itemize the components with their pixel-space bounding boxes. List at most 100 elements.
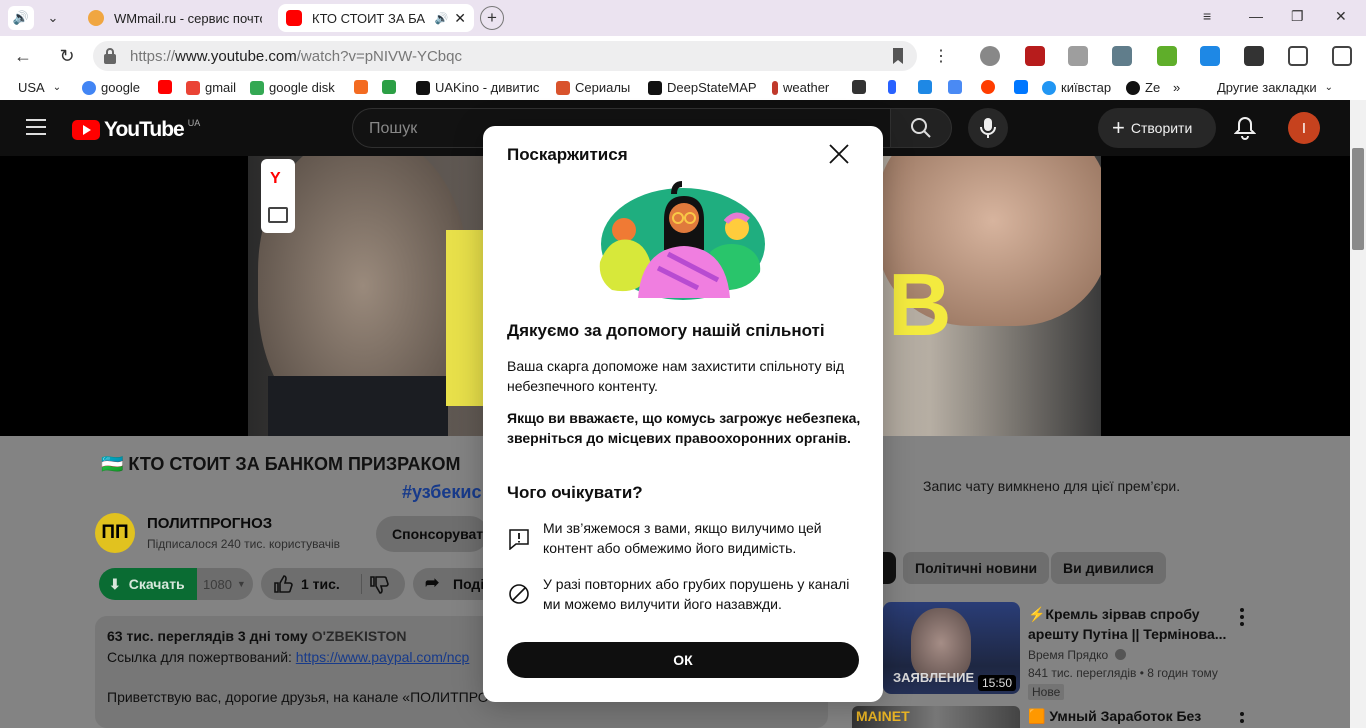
- ban-icon: [509, 584, 529, 604]
- bookmark-usa[interactable]: USA ⌄: [18, 80, 61, 95]
- bookmark-colorful[interactable]: [382, 80, 401, 94]
- tab-wmmail[interactable]: WMmail.ru - сервис почто: [80, 4, 270, 32]
- restore-icon[interactable]: ❐: [1291, 8, 1304, 25]
- thumbs-up-icon[interactable]: [273, 574, 293, 594]
- scrollbar-thumb[interactable]: [1352, 148, 1364, 250]
- fox-icon: [556, 80, 570, 95]
- bookmark-f[interactable]: [354, 80, 373, 94]
- notifications-bell-icon[interactable]: [1234, 116, 1256, 140]
- like-count[interactable]: 1 тис.: [301, 576, 340, 592]
- bookmark-bc[interactable]: [852, 80, 871, 94]
- channel-name[interactable]: ПОЛИТПРОГНОЗ: [147, 515, 272, 532]
- url-text[interactable]: https://www.youtube.com/watch?v=pNIVW-YC…: [130, 48, 462, 65]
- back-arrow-icon[interactable]: ←: [10, 44, 36, 68]
- recommended-meta: 841 тис. переглядів • 8 годин тому: [1028, 666, 1218, 680]
- bookmark-vk[interactable]: [1014, 80, 1033, 94]
- download-arrow-icon[interactable]: [1157, 46, 1177, 66]
- more-vert-icon[interactable]: ⋮: [928, 44, 954, 68]
- youtube-icon: [158, 80, 172, 94]
- close-icon[interactable]: [827, 142, 851, 166]
- yellow-letter-shape: [446, 230, 486, 406]
- share-button[interactable]: ➦ Поді: [413, 568, 487, 600]
- bookmark-youtube[interactable]: [158, 80, 177, 94]
- yandex-y-icon[interactable]: Y: [270, 170, 281, 188]
- community-illustration: [599, 181, 765, 300]
- close-window-icon[interactable]: ✕: [1335, 8, 1347, 25]
- bookmark-translate[interactable]: [948, 80, 967, 94]
- chip-political-news[interactable]: Політичні новини: [903, 552, 1050, 584]
- youtube-logo[interactable]: YouTube UA: [72, 118, 200, 142]
- tab-close-icon[interactable]: ✕: [454, 10, 466, 27]
- bookmark-arrow[interactable]: [888, 80, 901, 94]
- kyivstar-icon: [1042, 80, 1056, 95]
- extension-shield-icon[interactable]: [1025, 46, 1045, 66]
- blue-chevron-icon: [888, 80, 896, 94]
- extension-music-icon[interactable]: [1112, 46, 1132, 66]
- bookmark-yandex[interactable]: [981, 80, 1000, 94]
- deepstate-icon: [648, 80, 662, 95]
- bookmarks-bar: USA ⌄ google gmail google disk UAKino - д…: [0, 76, 1366, 100]
- report-flag-icon: [509, 529, 529, 550]
- channel-avatar[interactable]: ПП: [95, 513, 135, 553]
- tab-audio-playing-icon[interactable]: 🔊: [435, 12, 449, 25]
- paypal-link[interactable]: https://www.paypal.com/ncp: [296, 649, 470, 665]
- bookmark-google[interactable]: google: [82, 80, 140, 95]
- video-hashtag[interactable]: #узбекис: [402, 482, 482, 503]
- bookmark-deepstatemap[interactable]: DeepStateMAP: [648, 80, 757, 95]
- account-avatar[interactable]: I: [1288, 112, 1320, 144]
- recommended-channel[interactable]: Время Прядко: [1028, 648, 1126, 662]
- thumbs-down-icon[interactable]: [369, 575, 389, 595]
- recommended-title-2[interactable]: 🟧 Умный Заработок Без: [1028, 708, 1201, 725]
- download-button[interactable]: ⬇ Скачать: [99, 568, 197, 600]
- bookmarks-overflow-chevron[interactable]: »: [1173, 80, 1180, 95]
- chip-watched[interactable]: Ви дивилися: [1051, 552, 1166, 584]
- address-bar[interactable]: https://www.youtube.com/watch?v=pNIVW-YC…: [93, 41, 917, 71]
- quality-select[interactable]: 1080 ▼: [197, 568, 253, 600]
- bookmark-serials[interactable]: Сериалы: [556, 80, 630, 95]
- yandex-icon: [981, 80, 995, 94]
- youtube-play-icon: [72, 120, 100, 140]
- extension-diamond-icon[interactable]: [1200, 46, 1220, 66]
- google-drive-icon: [250, 80, 264, 95]
- bookmark-ze[interactable]: Ze: [1126, 80, 1160, 95]
- tab-list-chevron-icon[interactable]: ⌄: [40, 6, 66, 30]
- bookmark-kyivstar[interactable]: київстар: [1042, 80, 1111, 95]
- hamburger-menu-icon[interactable]: [26, 119, 46, 135]
- more-actions-icon-2[interactable]: [1240, 712, 1244, 726]
- extension-arrow-icon[interactable]: [1244, 46, 1264, 66]
- search-icon: [911, 118, 931, 138]
- extensions-puzzle-icon[interactable]: [1332, 46, 1352, 66]
- extension-box-icon[interactable]: [1068, 46, 1088, 66]
- uakino-icon: [416, 80, 430, 95]
- bookmark-weather[interactable]: weather: [772, 80, 829, 95]
- bookmark-uakino[interactable]: UAKino - дивитис: [416, 80, 539, 95]
- tab-audio-icon[interactable]: 🔊: [8, 6, 34, 30]
- picture-in-picture-icon[interactable]: [268, 207, 288, 223]
- chevron-down-icon: ⌄: [1324, 82, 1333, 93]
- bookmark-gmail[interactable]: gmail: [186, 80, 236, 95]
- extension-cards-icon[interactable]: [1288, 46, 1308, 66]
- sponsor-button[interactable]: Спонсорувати: [376, 516, 492, 552]
- wmmail-favicon-icon: [88, 10, 104, 26]
- globe-icon[interactable]: [980, 46, 1000, 66]
- new-tab-button[interactable]: +: [480, 6, 504, 30]
- chat-disabled-notice: Запис чату вимкнено для цієї прем’єри.: [923, 478, 1181, 494]
- recommended-thumbnail-2[interactable]: MAINET: [852, 706, 1020, 728]
- f-icon: [354, 80, 368, 94]
- recommended-title[interactable]: ⚡Кремль зірвав спробу арешту Путіна || Т…: [1028, 604, 1228, 644]
- bookmark-google-disk[interactable]: google disk: [250, 80, 335, 95]
- page-scrollbar[interactable]: [1350, 100, 1366, 728]
- tab-youtube[interactable]: КТО СТОИТ ЗА БА 🔊 ✕: [278, 4, 474, 32]
- browser-menu-icon[interactable]: ≡: [1203, 8, 1211, 24]
- voice-search-button[interactable]: [968, 108, 1008, 148]
- create-button[interactable]: + Створити: [1098, 108, 1216, 148]
- more-actions-icon[interactable]: [1240, 608, 1244, 629]
- minimize-icon[interactable]: —: [1249, 8, 1263, 24]
- bookmark-icon[interactable]: [891, 47, 905, 65]
- reload-icon[interactable]: ↻: [54, 44, 80, 68]
- gmail-icon: [186, 80, 200, 95]
- ok-button[interactable]: ОК: [507, 642, 859, 678]
- bookmark-p[interactable]: [918, 80, 937, 94]
- search-button[interactable]: [890, 108, 952, 148]
- other-bookmarks[interactable]: Другие закладки ⌄: [1217, 80, 1333, 95]
